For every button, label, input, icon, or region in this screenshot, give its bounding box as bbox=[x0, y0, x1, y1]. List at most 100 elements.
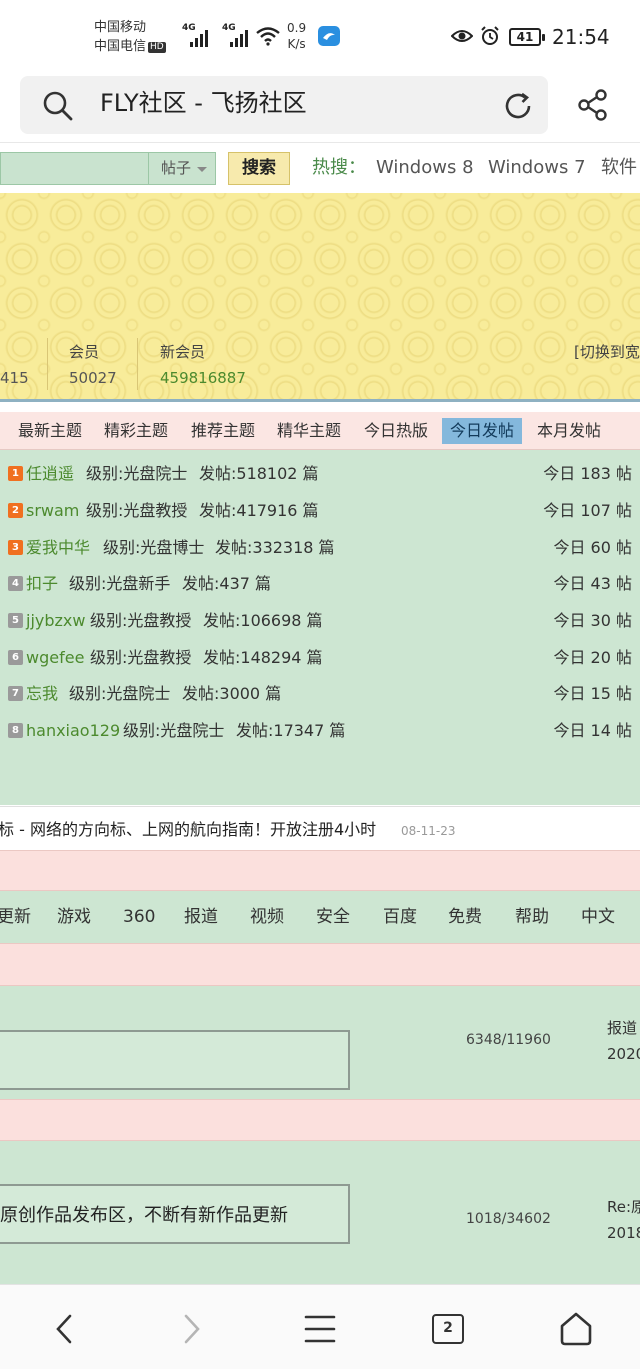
category-link[interactable]: 免费 bbox=[448, 905, 482, 929]
alarm-icon bbox=[481, 26, 499, 45]
category-link[interactable]: 更新 bbox=[0, 905, 31, 929]
home-icon bbox=[560, 1312, 592, 1346]
forum-topic-post-counts: 6348/11960 bbox=[466, 1032, 551, 1048]
today-post-count: 今日 20 帖 bbox=[553, 648, 632, 667]
user-level: 级别:光盘院士 bbox=[123, 721, 225, 740]
today-post-count: 今日 183 帖 bbox=[543, 464, 632, 483]
signal-strength-icon: 4G bbox=[182, 23, 208, 47]
wifi-icon bbox=[256, 27, 280, 46]
forum-topic-post-counts: 1018/34602 bbox=[466, 1211, 551, 1227]
announcement-date: 08-11-23 bbox=[401, 824, 456, 838]
members-value: 50027 bbox=[69, 369, 117, 387]
hot-search-link[interactable]: 软件 bbox=[601, 156, 637, 180]
list-item: 3 爱我中华 级别:光盘博士 发帖:332318 篇 今日 60 帖 bbox=[0, 531, 640, 565]
user-post-total: 发帖:3000 篇 bbox=[182, 684, 282, 703]
browser-address-bar: FLY社区 - 飞扬社区 bbox=[0, 72, 640, 142]
page-title[interactable]: FLY社区 - 飞扬社区 bbox=[100, 88, 307, 118]
rank-badge: 4 bbox=[8, 576, 23, 591]
username-link[interactable]: srwam bbox=[26, 494, 79, 528]
eye-icon bbox=[451, 30, 473, 42]
username-link[interactable]: 忘我 bbox=[26, 677, 58, 711]
username-link[interactable]: jjybzxw bbox=[26, 604, 85, 638]
section-header bbox=[0, 850, 640, 891]
forum-description-box[interactable]: 原创作品发布区，不断有新作品更新 bbox=[0, 1184, 350, 1244]
carrier-2: 中国电信 bbox=[94, 39, 147, 54]
forum-description: 原创作品发布区，不断有新作品更新 bbox=[0, 1205, 288, 1226]
category-link[interactable]: 视频 bbox=[250, 905, 284, 929]
tab-hot-boards-today[interactable]: 今日热版 bbox=[356, 418, 436, 444]
search-type-select[interactable]: 帖子 bbox=[148, 152, 216, 185]
home-button[interactable] bbox=[552, 1305, 600, 1353]
tab-latest-topics[interactable]: 最新主题 bbox=[10, 418, 90, 444]
username-link[interactable]: 任逍遥 bbox=[26, 457, 74, 491]
announcement-link[interactable]: 标 - 网络的方向标、上网的航向指南！开放注册4小时 bbox=[0, 819, 376, 841]
user-level: 级别:光盘院士 bbox=[86, 464, 188, 483]
user-level: 级别:光盘院士 bbox=[69, 684, 171, 703]
user-level: 级别:光盘教授 bbox=[90, 648, 192, 667]
today-posters-list: 1 任逍遥 级别:光盘院士 发帖:518102 篇 今日 183 帖 2 srw… bbox=[0, 450, 640, 805]
tab-posts-this-month[interactable]: 本月发帖 bbox=[529, 418, 609, 444]
category-link[interactable]: 安全 bbox=[316, 905, 350, 929]
stat-divider bbox=[137, 338, 138, 390]
today-post-count: 今日 30 帖 bbox=[553, 611, 632, 630]
divider bbox=[0, 399, 640, 412]
category-link[interactable]: 游戏 bbox=[57, 905, 91, 929]
forum-last-post-link[interactable]: 报道 bbox=[607, 1017, 637, 1039]
hot-search-link[interactable]: Windows 8 bbox=[376, 156, 474, 180]
section-header bbox=[0, 1099, 640, 1141]
battery-icon: 41 bbox=[509, 28, 545, 46]
list-item: 7 忘我 级别:光盘院士 发帖:3000 篇 今日 15 帖 bbox=[0, 677, 640, 711]
today-post-count: 今日 15 帖 bbox=[553, 684, 632, 703]
status-bar: 中国移动 中国电信 HD 4G 4G 0.9 K/s 41 21:54 bbox=[0, 0, 640, 72]
username-link[interactable]: wgefee bbox=[26, 641, 84, 675]
menu-icon bbox=[304, 1315, 336, 1343]
rank-badge: 2 bbox=[8, 503, 23, 518]
forum-last-post-date: 2018 bbox=[607, 1224, 640, 1242]
tab-count: 2 bbox=[432, 1314, 464, 1344]
user-level: 级别:光盘博士 bbox=[103, 538, 205, 557]
user-post-total: 发帖:148294 篇 bbox=[203, 648, 323, 667]
username-link[interactable]: 爱我中华 bbox=[26, 531, 90, 565]
tabs-button[interactable]: 2 bbox=[424, 1305, 472, 1353]
chevron-right-icon bbox=[184, 1314, 200, 1344]
list-item: 5 jjybzxw 级别:光盘教授 发帖:106698 篇 今日 30 帖 bbox=[0, 604, 640, 638]
forward-button[interactable] bbox=[168, 1305, 216, 1353]
category-link[interactable]: 中文 bbox=[581, 905, 615, 929]
list-item: 8 hanxiao129 级别:光盘院士 发帖:17347 篇 今日 14 帖 bbox=[0, 714, 640, 748]
forum-last-post-link[interactable]: Re:原 bbox=[607, 1196, 640, 1218]
today-post-count: 今日 14 帖 bbox=[553, 721, 632, 740]
forum-row: 6348/11960 报道 2020 bbox=[0, 986, 640, 1099]
tab-essence-topics[interactable]: 精华主题 bbox=[269, 418, 349, 444]
forum-description-box[interactable] bbox=[0, 1030, 350, 1090]
list-item: 2 srwam 级别:光盘教授 发帖:417916 篇 今日 107 帖 bbox=[0, 494, 640, 528]
user-level: 级别:光盘教授 bbox=[90, 611, 192, 630]
switch-width-link[interactable]: [切换到宽 bbox=[574, 342, 640, 362]
category-link[interactable]: 帮助 bbox=[515, 905, 549, 929]
hot-search-link[interactable]: Windows 7 bbox=[488, 156, 586, 180]
rank-badge: 1 bbox=[8, 466, 23, 481]
new-member-value[interactable]: 459816887 bbox=[160, 368, 246, 388]
tab-recommended-topics[interactable]: 推荐主题 bbox=[183, 418, 263, 444]
username-link[interactable]: 扣子 bbox=[26, 567, 58, 601]
tab-posts-today[interactable]: 今日发帖 bbox=[442, 418, 523, 444]
today-post-count: 今日 107 帖 bbox=[543, 501, 632, 520]
menu-button[interactable] bbox=[296, 1305, 344, 1353]
category-link[interactable]: 百度 bbox=[383, 905, 417, 929]
category-link[interactable]: 360 bbox=[123, 905, 155, 929]
members-label: 会员 bbox=[69, 343, 100, 361]
new-member-label: 新会员 bbox=[160, 343, 206, 361]
today-post-count: 今日 43 帖 bbox=[553, 574, 632, 593]
user-post-total: 发帖:518102 篇 bbox=[199, 464, 319, 483]
back-button[interactable] bbox=[40, 1305, 88, 1353]
user-post-total: 发帖:106698 篇 bbox=[203, 611, 323, 630]
refresh-icon[interactable] bbox=[502, 90, 534, 122]
forum-row: 原创作品发布区，不断有新作品更新 1018/34602 Re:原 2018 bbox=[0, 1141, 640, 1284]
carrier-info: 中国移动 中国电信 HD bbox=[94, 18, 166, 56]
search-button[interactable]: 搜索 bbox=[228, 152, 290, 185]
username-link[interactable]: hanxiao129 bbox=[26, 714, 120, 748]
search-input[interactable] bbox=[0, 152, 148, 185]
share-icon[interactable] bbox=[576, 88, 610, 122]
app-notification-icon bbox=[318, 26, 340, 46]
tab-featured-topics[interactable]: 精彩主题 bbox=[96, 418, 176, 444]
category-link[interactable]: 报道 bbox=[184, 905, 218, 929]
